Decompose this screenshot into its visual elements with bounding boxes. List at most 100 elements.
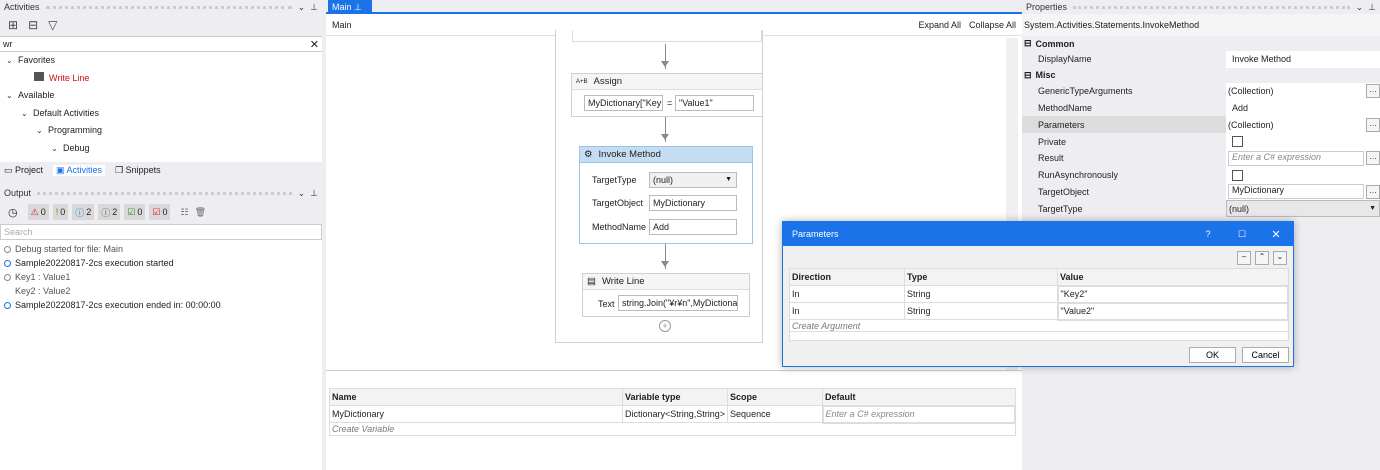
move-up-button[interactable]: ⌃: [1255, 251, 1269, 265]
collapse-all-button[interactable]: Collapse All: [969, 20, 1016, 30]
filter-icon[interactable]: ▽: [48, 18, 57, 32]
tree-available[interactable]: ⌄ Available: [0, 87, 322, 105]
chevron-down-icon[interactable]: ⌄: [1356, 2, 1364, 13]
prop-private[interactable]: Private: [1022, 133, 1380, 150]
prop-parameters[interactable]: Parameters (Collection)…: [1022, 116, 1380, 134]
tree-write-line[interactable]: Write Line: [0, 70, 322, 88]
clear-icon[interactable]: ✕: [310, 38, 319, 51]
log-entry: Debug started for file: Main: [4, 242, 318, 256]
log-entry: Sample20220817-2cs execution ended in: 0…: [4, 298, 318, 312]
invoke-method-activity[interactable]: ⚙ Invoke Method TargetType (null) ▼ Target…: [579, 146, 753, 244]
info-icon: [4, 301, 11, 309]
method-name-field[interactable]: Add: [649, 219, 737, 235]
prop-method-name[interactable]: MethodName Add: [1022, 99, 1380, 117]
filter-error-button[interactable]: ! 0: [52, 204, 69, 220]
write-line-icon: [34, 71, 44, 81]
value-input[interactable]: "Value2": [1056, 301, 1289, 321]
info-icon: [4, 259, 11, 267]
table-row[interactable]: In String "Key2": [789, 284, 1289, 304]
info-icon: ⓘ: [75, 207, 85, 218]
filter-trace-button[interactable]: ⓘ 2: [98, 204, 121, 220]
activities-panel: Activities ⌄ ⊥ ⊞ ⊟ ▽ wr ✕ ⌄ Favorites Write L…: [0, 0, 322, 182]
create-variable[interactable]: Create Variable: [329, 422, 1016, 436]
list-settings-icon[interactable]: ☷: [180, 207, 188, 218]
trash-icon[interactable]: 🗑: [195, 207, 206, 218]
prop-target-object[interactable]: TargetObject MyDictionary…: [1022, 183, 1380, 201]
add-activity-icon[interactable]: +: [659, 320, 671, 332]
prop-run-asynchronously[interactable]: RunAsynchronously: [1022, 166, 1380, 184]
table-row[interactable]: In String "Value2": [789, 301, 1289, 321]
target-type-dropdown[interactable]: (null) ▼: [649, 172, 737, 188]
invoke-method-icon: ⚙: [584, 149, 593, 160]
remove-button[interactable]: –: [1237, 251, 1251, 265]
pin-icon[interactable]: ⊥: [310, 188, 318, 199]
prop-displayname[interactable]: DisplayName Invoke Method: [1022, 51, 1380, 68]
chevron-down-icon[interactable]: ⌄: [298, 188, 306, 199]
breadcrumb[interactable]: Main: [332, 20, 918, 30]
prop-result[interactable]: Result Enter a C# expression…: [1022, 149, 1380, 167]
maximize-button[interactable]: ☐: [1225, 229, 1259, 240]
create-argument[interactable]: Create Argument: [789, 319, 1289, 332]
parameters-table: Direction Type Value In String "Key2" In Stri…: [789, 268, 1289, 341]
ellipsis-button[interactable]: …: [1366, 151, 1380, 166]
value-input[interactable]: "Key2": [1056, 284, 1289, 304]
filter-warning-button[interactable]: ⚠ 0: [27, 204, 49, 220]
collapse-icon: ⊟: [1024, 69, 1032, 80]
move-down-button[interactable]: ⌄: [1273, 251, 1287, 265]
expand-all-icon[interactable]: ⊞: [8, 18, 18, 32]
prop-target-type[interactable]: TargetType (null) ▼: [1022, 200, 1380, 218]
filter-info-button[interactable]: ⓘ 2: [72, 204, 95, 220]
parameters-dialog: Parameters ? ☐ ✕ – ⌃ ⌄ Direction Type Value …: [782, 221, 1294, 367]
target-object-input[interactable]: MyDictionary: [1228, 184, 1364, 200]
fail-icon: ☑: [152, 206, 161, 217]
private-checkbox[interactable]: [1232, 136, 1243, 148]
section-common[interactable]: ⊟ Common: [1022, 36, 1380, 51]
ellipsis-button[interactable]: …: [1366, 117, 1380, 132]
warning-icon: ⚠: [30, 206, 39, 217]
tree-default-activities[interactable]: ⌄ Default Activities: [0, 105, 322, 123]
type-name: System.Activities.Statements.InvokeMetho…: [1022, 14, 1380, 36]
activities-search-input[interactable]: wr: [3, 39, 310, 49]
assign-to-field[interactable]: MyDictionary["Key: [584, 95, 663, 111]
tab-activities[interactable]: ▣ Activities: [53, 164, 106, 176]
help-button[interactable]: ?: [1191, 229, 1225, 239]
pin-icon[interactable]: ⊥: [354, 2, 362, 12]
write-line-icon: ▤: [587, 276, 596, 287]
collapse-all-icon[interactable]: ⊟: [28, 18, 38, 32]
table-row[interactable]: MyDictionary Dictionary<String,String> Seq…: [329, 404, 1017, 424]
tab-main[interactable]: Main ⊥: [328, 0, 372, 14]
tree-programming[interactable]: ⌄ Programming: [0, 122, 322, 140]
activities-header: Activities ⌄ ⊥: [4, 1, 318, 13]
section-misc[interactable]: ⊟ Misc: [1022, 68, 1380, 83]
variables-table: Name Variable type Scope Default MyDictiona…: [329, 388, 1017, 436]
tab-snippets[interactable]: ❐ Snippets: [115, 165, 161, 176]
cancel-button[interactable]: Cancel: [1242, 347, 1289, 363]
write-line-activity[interactable]: ▤ Write Line Text string.Join("¥r¥n",MyDi…: [582, 273, 750, 317]
target-type-dropdown[interactable]: (null) ▼: [1226, 200, 1380, 218]
clock-icon[interactable]: ◷: [8, 206, 18, 219]
assign-activity[interactable]: A+B Assign MyDictionary["Key = "Value1": [571, 73, 763, 117]
ellipsis-button[interactable]: …: [1366, 84, 1380, 99]
assign-value-field[interactable]: "Value1": [675, 95, 754, 111]
prop-generic-type-arguments[interactable]: GenericTypeArguments (Collection)…: [1022, 82, 1380, 100]
result-input[interactable]: Enter a C# expression: [1228, 150, 1364, 166]
ellipsis-button[interactable]: …: [1366, 184, 1380, 199]
run-async-checkbox[interactable]: [1232, 169, 1243, 181]
default-input[interactable]: Enter a C# expression: [821, 404, 1017, 424]
error-icon: !: [55, 207, 59, 217]
pin-icon[interactable]: ⊥: [310, 2, 318, 13]
tab-project[interactable]: ▭ Project: [4, 165, 43, 176]
tree-debug[interactable]: ⌄ Debug: [0, 140, 322, 158]
dropdown-arrow-icon: ▼: [1369, 205, 1376, 213]
expand-all-button[interactable]: Expand All: [918, 20, 961, 30]
filter-fail-button[interactable]: ☑ 0: [149, 204, 171, 220]
target-object-field[interactable]: MyDictionary: [649, 195, 737, 211]
pin-icon[interactable]: ⊥: [1368, 2, 1376, 13]
filter-success-button[interactable]: ☑ 0: [124, 204, 146, 220]
chevron-down-icon[interactable]: ⌄: [298, 2, 306, 13]
write-line-text-field[interactable]: string.Join("¥r¥n",MyDictiona: [618, 295, 738, 311]
tree-favorites[interactable]: ⌄ Favorites: [0, 52, 322, 70]
ok-button[interactable]: OK: [1189, 347, 1236, 363]
output-search-input[interactable]: Search: [0, 224, 322, 240]
close-button[interactable]: ✕: [1259, 228, 1293, 241]
